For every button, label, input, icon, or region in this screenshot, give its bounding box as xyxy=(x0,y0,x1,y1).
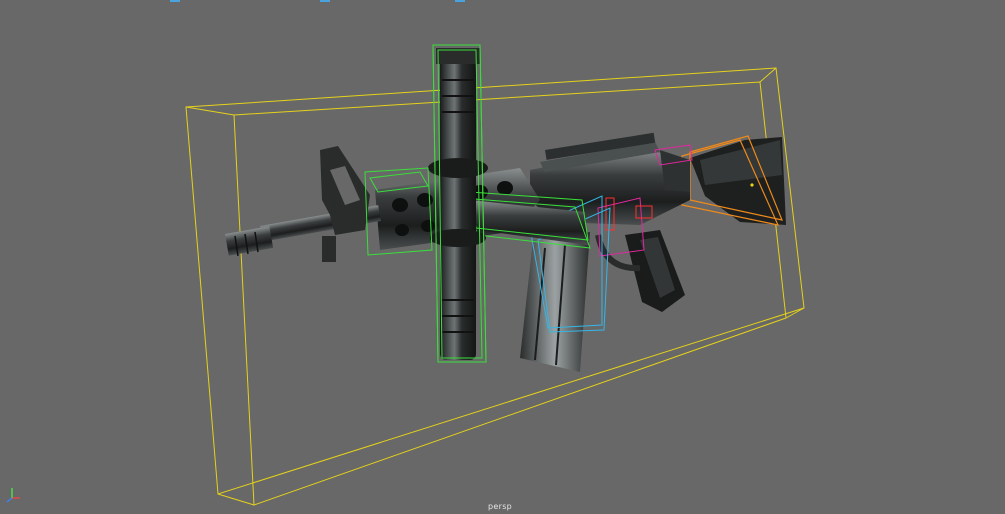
gun-stock xyxy=(681,135,786,226)
camera-label: persp xyxy=(488,502,513,511)
bounding-box-main xyxy=(185,67,805,506)
axis-gizmo-icon xyxy=(6,488,20,503)
scene-canvas[interactable] xyxy=(0,0,1005,514)
3d-viewport[interactable]: persp xyxy=(0,0,1005,514)
gun-front-sight xyxy=(320,146,370,262)
